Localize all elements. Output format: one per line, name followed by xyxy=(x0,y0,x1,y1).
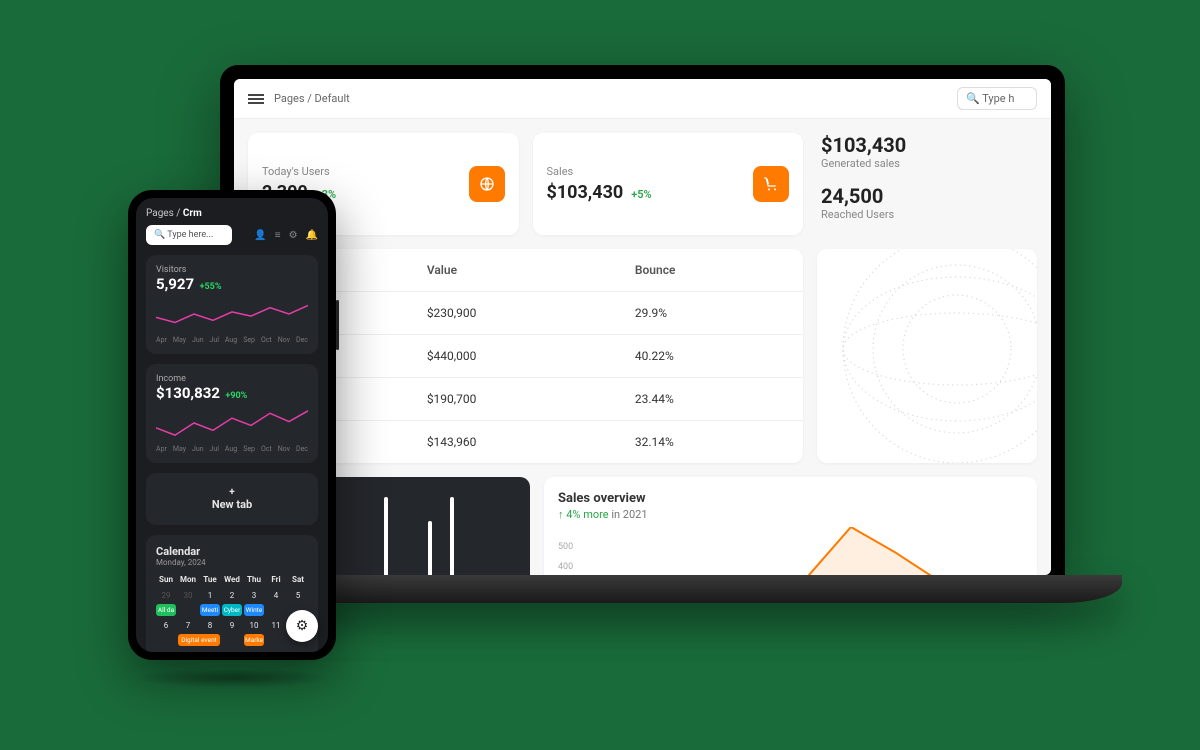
calendar-event[interactable]: Digital event xyxy=(178,634,220,646)
menu-icon[interactable]: ≡ xyxy=(275,230,281,241)
card-value: 5,927 xyxy=(156,275,194,293)
visitors-card: Visitors 5,927 +55% AprMayJunJulAugSepOc… xyxy=(146,255,318,354)
calendar-event[interactable]: Winte xyxy=(244,604,264,616)
calendar-title: Calendar xyxy=(156,545,308,558)
menu-icon[interactable] xyxy=(248,94,264,104)
calendar-weekday: Wed xyxy=(222,573,242,586)
calendar-day[interactable]: 10 xyxy=(244,618,264,633)
table-header: Bounce xyxy=(617,249,803,292)
new-tab-button[interactable]: + New tab xyxy=(146,473,318,525)
calendar-day[interactable]: 7 xyxy=(178,618,198,633)
calendar-weekday: Sun xyxy=(156,573,176,586)
calendar-day[interactable]: 2 xyxy=(222,588,242,603)
desktop-dashboard: Pages / Default 🔍 Type h Today's Users 2… xyxy=(234,79,1051,575)
stat-label: Today's Users xyxy=(262,165,336,178)
calendar-day[interactable]: 29 xyxy=(156,588,176,603)
sales-overview-title: Sales overview xyxy=(558,491,1023,506)
summary-users-value: 24,500 xyxy=(821,184,1037,208)
card-label: Income xyxy=(156,374,308,384)
breadcrumb: Pages / Default xyxy=(274,92,957,105)
calendar-day[interactable]: 30 xyxy=(178,588,198,603)
card-label: Visitors xyxy=(156,265,308,275)
topbar: Pages / Default 🔍 Type h xyxy=(234,79,1051,119)
calendar-day[interactable]: 4 xyxy=(266,588,286,603)
sparkline xyxy=(156,297,308,331)
card-value: $130,832 xyxy=(156,384,220,402)
bar xyxy=(384,497,388,575)
calendar-weekday: Mon xyxy=(178,573,198,586)
calendar-day[interactable]: 5 xyxy=(288,588,308,603)
laptop-mockup: Pages / Default 🔍 Type h Today's Users 2… xyxy=(220,65,1065,630)
summary-sales-value: $103,430 xyxy=(821,133,1037,157)
side-summary: $103,430 Generated sales 24,500 Reached … xyxy=(817,133,1037,235)
stat-delta: +5% xyxy=(631,188,651,201)
bar xyxy=(428,521,432,575)
calendar-event[interactable]: Meeti xyxy=(200,604,220,616)
calendar-event[interactable]: Marke xyxy=(244,634,264,646)
calendar-weekday: Tue xyxy=(200,573,220,586)
search-input[interactable]: 🔍 Type here... xyxy=(146,225,232,245)
calendar-day[interactable]: 9 xyxy=(222,618,242,633)
calendar-day[interactable]: 1 xyxy=(200,588,220,603)
sales-overview-subtitle: ↑ 4% more in 2021 xyxy=(558,508,1023,521)
stat-value: $103,430 xyxy=(547,182,624,203)
plus-icon: + xyxy=(146,487,318,498)
table-header: Value xyxy=(409,249,617,292)
calendar-event[interactable]: Cyber xyxy=(222,604,242,616)
bell-icon[interactable]: 🔔 xyxy=(306,230,318,241)
stat-label: Sales xyxy=(547,165,652,178)
calendar-weekday: Fri xyxy=(266,573,286,586)
calendar-day[interactable]: 8 xyxy=(200,618,220,633)
globe-icon[interactable] xyxy=(469,166,505,202)
sparkline xyxy=(156,406,308,440)
calendar-day[interactable]: 6 xyxy=(156,618,176,633)
card-delta: +55% xyxy=(200,282,222,292)
calendar-day[interactable]: 11 xyxy=(266,618,286,633)
summary-sales-label: Generated sales xyxy=(821,157,1037,170)
globe-card xyxy=(817,249,1037,463)
search-input[interactable]: 🔍 Type h xyxy=(957,87,1037,110)
card-delta: +90% xyxy=(225,391,247,401)
breadcrumb: Pages / Crm xyxy=(146,208,318,219)
income-card: Income $130,832 +90% AprMayJunJulAugSepO… xyxy=(146,364,318,463)
settings-fab[interactable]: ⚙ xyxy=(286,610,318,642)
calendar-subtitle: Monday, 2024 xyxy=(156,558,308,567)
phone-mockup: Pages / Crm 🔍 Type here... 👤 ≡ ⚙ 🔔 Visit… xyxy=(128,190,336,660)
mobile-dashboard: Pages / Crm 🔍 Type here... 👤 ≡ ⚙ 🔔 Visit… xyxy=(136,198,328,652)
gear-icon[interactable]: ⚙ xyxy=(289,230,298,241)
stat-sales: Sales $103,430 +5% xyxy=(533,133,804,235)
cart-icon[interactable] xyxy=(753,166,789,202)
calendar-day[interactable]: 3 xyxy=(244,588,264,603)
calendar-weekday: Thu xyxy=(244,573,264,586)
summary-users-label: Reached Users xyxy=(821,208,1037,221)
bar xyxy=(450,497,454,575)
sales-overview-card: Sales overview ↑ 4% more in 2021 5004003… xyxy=(544,477,1037,575)
user-icon[interactable]: 👤 xyxy=(254,230,266,241)
calendar-weekday: Sat xyxy=(288,573,308,586)
calendar-event[interactable]: All da xyxy=(156,604,176,616)
